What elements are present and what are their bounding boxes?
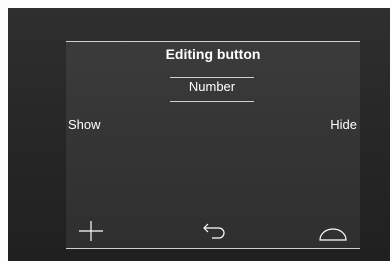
device-frame: Editing button Number Show Hide <box>8 8 390 261</box>
show-option[interactable]: Show <box>68 117 101 133</box>
dome-icon[interactable] <box>318 216 348 246</box>
bottom-divider <box>66 248 360 249</box>
page-title: Editing button <box>165 46 261 62</box>
field-top-line <box>170 77 254 78</box>
screen-panel: Editing button Number Show Hide <box>66 41 360 249</box>
field-bottom-line <box>170 101 254 102</box>
back-arrow-icon[interactable] <box>199 216 229 246</box>
plus-icon[interactable] <box>76 216 106 246</box>
hide-option[interactable]: Hide <box>330 117 357 133</box>
top-divider <box>66 41 360 42</box>
number-field[interactable]: Number <box>170 79 254 95</box>
